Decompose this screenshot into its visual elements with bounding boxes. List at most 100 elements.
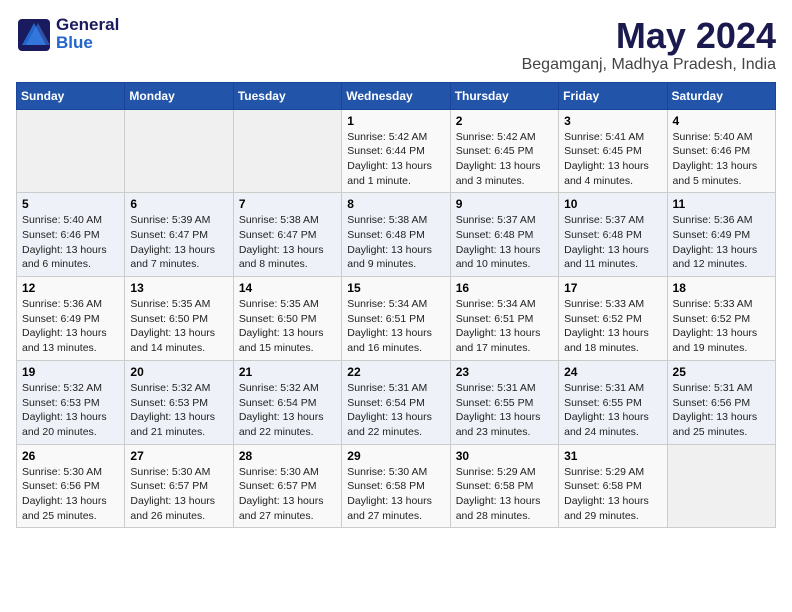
day-number: 9 — [456, 197, 553, 211]
day-info: Sunrise: 5:33 AM Sunset: 6:52 PM Dayligh… — [564, 297, 661, 356]
calendar-week-1: 1 Sunrise: 5:42 AM Sunset: 6:44 PM Daylig… — [17, 109, 776, 193]
day-number: 12 — [22, 281, 119, 295]
calendar-cell: 29 Sunrise: 5:30 AM Sunset: 6:58 PM Dayli… — [342, 444, 450, 528]
day-info: Sunrise: 5:31 AM Sunset: 6:56 PM Dayligh… — [673, 381, 770, 440]
calendar-cell: 25 Sunrise: 5:31 AM Sunset: 6:56 PM Dayli… — [667, 360, 775, 444]
day-number: 11 — [673, 197, 770, 211]
calendar-cell: 2 Sunrise: 5:42 AM Sunset: 6:45 PM Daylig… — [450, 109, 558, 193]
calendar-cell: 8 Sunrise: 5:38 AM Sunset: 6:48 PM Daylig… — [342, 193, 450, 277]
calendar-location: Begamganj, Madhya Pradesh, India — [522, 56, 776, 74]
day-number: 8 — [347, 197, 444, 211]
day-info: Sunrise: 5:33 AM Sunset: 6:52 PM Dayligh… — [673, 297, 770, 356]
logo-blue-text: Blue — [56, 33, 119, 53]
day-info: Sunrise: 5:32 AM Sunset: 6:54 PM Dayligh… — [239, 381, 336, 440]
weekday-header-friday: Friday — [559, 82, 667, 109]
title-block: May 2024 Begamganj, Madhya Pradesh, Indi… — [522, 16, 776, 74]
calendar-cell — [667, 444, 775, 528]
calendar-cell: 31Sunrise: 5:29 AM Sunset: 6:58 PM Dayli… — [559, 444, 667, 528]
calendar-week-4: 19 Sunrise: 5:32 AM Sunset: 6:53 PM Dayli… — [17, 360, 776, 444]
calendar-week-3: 12 Sunrise: 5:36 AM Sunset: 6:49 PM Dayli… — [17, 277, 776, 361]
calendar-cell — [125, 109, 233, 193]
day-number: 25 — [673, 365, 770, 379]
calendar-header: SundayMondayTuesdayWednesdayThursdayFrid… — [17, 82, 776, 109]
weekday-header-sunday: Sunday — [17, 82, 125, 109]
calendar-cell: 11Sunrise: 5:36 AM Sunset: 6:49 PM Dayli… — [667, 193, 775, 277]
day-info: Sunrise: 5:36 AM Sunset: 6:49 PM Dayligh… — [22, 297, 119, 356]
day-info: Sunrise: 5:42 AM Sunset: 6:44 PM Dayligh… — [347, 130, 444, 189]
calendar-cell: 13 Sunrise: 5:35 AM Sunset: 6:50 PM Dayli… — [125, 277, 233, 361]
calendar-cell: 21 Sunrise: 5:32 AM Sunset: 6:54 PM Dayli… — [233, 360, 341, 444]
calendar-cell — [233, 109, 341, 193]
day-number: 21 — [239, 365, 336, 379]
calendar-cell: 17Sunrise: 5:33 AM Sunset: 6:52 PM Dayli… — [559, 277, 667, 361]
day-info: Sunrise: 5:30 AM Sunset: 6:56 PM Dayligh… — [22, 465, 119, 524]
day-number: 13 — [130, 281, 227, 295]
day-info: Sunrise: 5:39 AM Sunset: 6:47 PM Dayligh… — [130, 213, 227, 272]
day-number: 16 — [456, 281, 553, 295]
calendar-cell: 6Sunrise: 5:39 AM Sunset: 6:47 PM Daylig… — [125, 193, 233, 277]
day-number: 10 — [564, 197, 661, 211]
day-info: Sunrise: 5:32 AM Sunset: 6:53 PM Dayligh… — [130, 381, 227, 440]
day-info: Sunrise: 5:42 AM Sunset: 6:45 PM Dayligh… — [456, 130, 553, 189]
day-number: 2 — [456, 114, 553, 128]
calendar-cell: 30 Sunrise: 5:29 AM Sunset: 6:58 PM Dayli… — [450, 444, 558, 528]
calendar-cell: 22 Sunrise: 5:31 AM Sunset: 6:54 PM Dayli… — [342, 360, 450, 444]
day-info: Sunrise: 5:38 AM Sunset: 6:48 PM Dayligh… — [347, 213, 444, 272]
day-info: Sunrise: 5:30 AM Sunset: 6:57 PM Dayligh… — [239, 465, 336, 524]
day-info: Sunrise: 5:38 AM Sunset: 6:47 PM Dayligh… — [239, 213, 336, 272]
day-number: 23 — [456, 365, 553, 379]
day-info: Sunrise: 5:32 AM Sunset: 6:53 PM Dayligh… — [22, 381, 119, 440]
calendar-cell: 28 Sunrise: 5:30 AM Sunset: 6:57 PM Dayli… — [233, 444, 341, 528]
day-number: 4 — [673, 114, 770, 128]
day-info: Sunrise: 5:35 AM Sunset: 6:50 PM Dayligh… — [239, 297, 336, 356]
calendar-cell: 16Sunrise: 5:34 AM Sunset: 6:51 PM Dayli… — [450, 277, 558, 361]
calendar-cell: 14 Sunrise: 5:35 AM Sunset: 6:50 PM Dayli… — [233, 277, 341, 361]
calendar-cell: 3Sunrise: 5:41 AM Sunset: 6:45 PM Daylig… — [559, 109, 667, 193]
calendar-week-5: 26 Sunrise: 5:30 AM Sunset: 6:56 PM Dayli… — [17, 444, 776, 528]
day-number: 7 — [239, 197, 336, 211]
day-info: Sunrise: 5:40 AM Sunset: 6:46 PM Dayligh… — [673, 130, 770, 189]
day-number: 26 — [22, 449, 119, 463]
day-number: 20 — [130, 365, 227, 379]
day-number: 31 — [564, 449, 661, 463]
day-info: Sunrise: 5:31 AM Sunset: 6:54 PM Dayligh… — [347, 381, 444, 440]
day-number: 18 — [673, 281, 770, 295]
day-number: 28 — [239, 449, 336, 463]
logo: General Blue — [16, 16, 119, 53]
day-number: 22 — [347, 365, 444, 379]
calendar-cell: 18 Sunrise: 5:33 AM Sunset: 6:52 PM Dayli… — [667, 277, 775, 361]
day-info: Sunrise: 5:35 AM Sunset: 6:50 PM Dayligh… — [130, 297, 227, 356]
logo-text: General Blue — [56, 16, 119, 53]
day-number: 27 — [130, 449, 227, 463]
calendar-cell: 7 Sunrise: 5:38 AM Sunset: 6:47 PM Daylig… — [233, 193, 341, 277]
calendar-cell: 19 Sunrise: 5:32 AM Sunset: 6:53 PM Dayli… — [17, 360, 125, 444]
day-number: 29 — [347, 449, 444, 463]
calendar-cell: 12 Sunrise: 5:36 AM Sunset: 6:49 PM Dayli… — [17, 277, 125, 361]
calendar-cell: 20 Sunrise: 5:32 AM Sunset: 6:53 PM Dayli… — [125, 360, 233, 444]
day-number: 14 — [239, 281, 336, 295]
weekday-header-thursday: Thursday — [450, 82, 558, 109]
calendar-cell — [17, 109, 125, 193]
day-info: Sunrise: 5:29 AM Sunset: 6:58 PM Dayligh… — [456, 465, 553, 524]
day-number: 15 — [347, 281, 444, 295]
day-number: 1 — [347, 114, 444, 128]
calendar-cell: 5 Sunrise: 5:40 AM Sunset: 6:46 PM Daylig… — [17, 193, 125, 277]
day-info: Sunrise: 5:37 AM Sunset: 6:48 PM Dayligh… — [456, 213, 553, 272]
calendar-cell: 27Sunrise: 5:30 AM Sunset: 6:57 PM Dayli… — [125, 444, 233, 528]
day-info: Sunrise: 5:31 AM Sunset: 6:55 PM Dayligh… — [564, 381, 661, 440]
day-number: 19 — [22, 365, 119, 379]
day-number: 30 — [456, 449, 553, 463]
calendar-week-2: 5 Sunrise: 5:40 AM Sunset: 6:46 PM Daylig… — [17, 193, 776, 277]
day-info: Sunrise: 5:40 AM Sunset: 6:46 PM Dayligh… — [22, 213, 119, 272]
calendar-cell: 26 Sunrise: 5:30 AM Sunset: 6:56 PM Dayli… — [17, 444, 125, 528]
weekday-header-monday: Monday — [125, 82, 233, 109]
calendar-cell: 10Sunrise: 5:37 AM Sunset: 6:48 PM Dayli… — [559, 193, 667, 277]
day-number: 24 — [564, 365, 661, 379]
day-number: 5 — [22, 197, 119, 211]
calendar-cell: 24 Sunrise: 5:31 AM Sunset: 6:55 PM Dayli… — [559, 360, 667, 444]
calendar-cell: 15Sunrise: 5:34 AM Sunset: 6:51 PM Dayli… — [342, 277, 450, 361]
calendar-cell: 9 Sunrise: 5:37 AM Sunset: 6:48 PM Daylig… — [450, 193, 558, 277]
page-header: General Blue May 2024 Begamganj, Madhya … — [16, 16, 776, 74]
weekday-header-wednesday: Wednesday — [342, 82, 450, 109]
day-info: Sunrise: 5:30 AM Sunset: 6:58 PM Dayligh… — [347, 465, 444, 524]
